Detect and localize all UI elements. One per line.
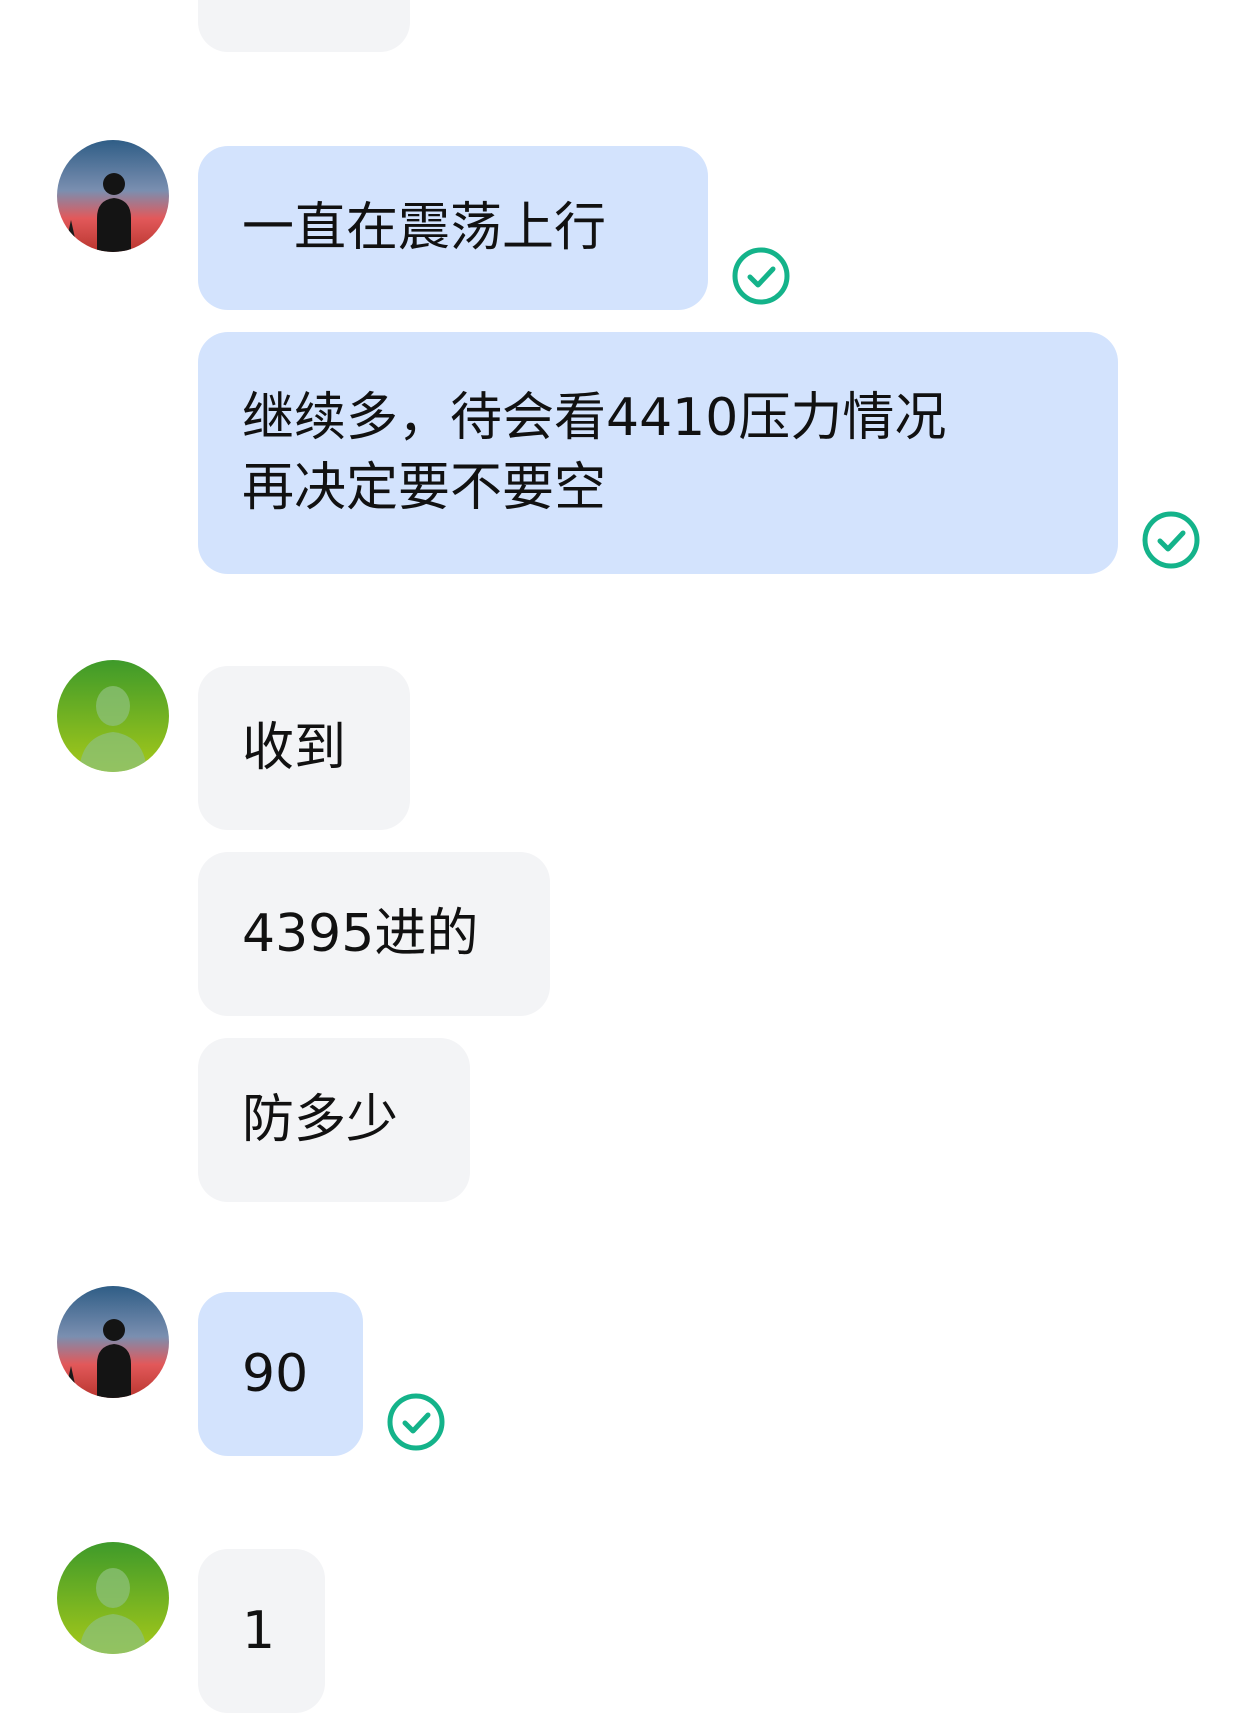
- message-bubble[interactable]: 4395进的: [198, 852, 550, 1016]
- message-bubble[interactable]: 收到: [198, 666, 410, 830]
- avatar-image: [57, 1542, 169, 1654]
- message-text-line: 继续多，待会看4410压力情况: [242, 388, 947, 448]
- read-check-icon: [386, 1392, 446, 1452]
- sunset-silhouette-avatar[interactable]: [57, 1286, 169, 1398]
- message-bubble-partial[interactable]: [198, 0, 410, 52]
- message-bubble[interactable]: 一直在震荡上行: [198, 146, 708, 310]
- avatar-image: [57, 660, 169, 772]
- message-text: 一直在震荡上行: [242, 198, 607, 258]
- read-check-icon: [1141, 510, 1201, 570]
- avatar-image: [57, 140, 169, 252]
- message-text: 收到: [242, 718, 347, 778]
- message-text: 90: [242, 1344, 309, 1404]
- read-check-icon: [731, 246, 791, 306]
- message-text-line: 再决定要不要空: [242, 458, 607, 518]
- message-bubble[interactable]: 防多少: [198, 1038, 470, 1202]
- avatar-image: [57, 1286, 169, 1398]
- message-bubble[interactable]: 90: [198, 1292, 363, 1456]
- message-text: 防多少: [242, 1090, 399, 1150]
- sunset-silhouette-avatar[interactable]: [57, 140, 169, 252]
- message-bubble[interactable]: 1: [198, 1549, 325, 1713]
- default-person-avatar[interactable]: [57, 660, 169, 772]
- message-text: 1: [242, 1601, 276, 1661]
- message-text: 4395进的: [242, 904, 479, 964]
- message-bubble[interactable]: 继续多，待会看4410压力情况 再决定要不要空: [198, 332, 1118, 574]
- default-person-avatar[interactable]: [57, 1542, 169, 1654]
